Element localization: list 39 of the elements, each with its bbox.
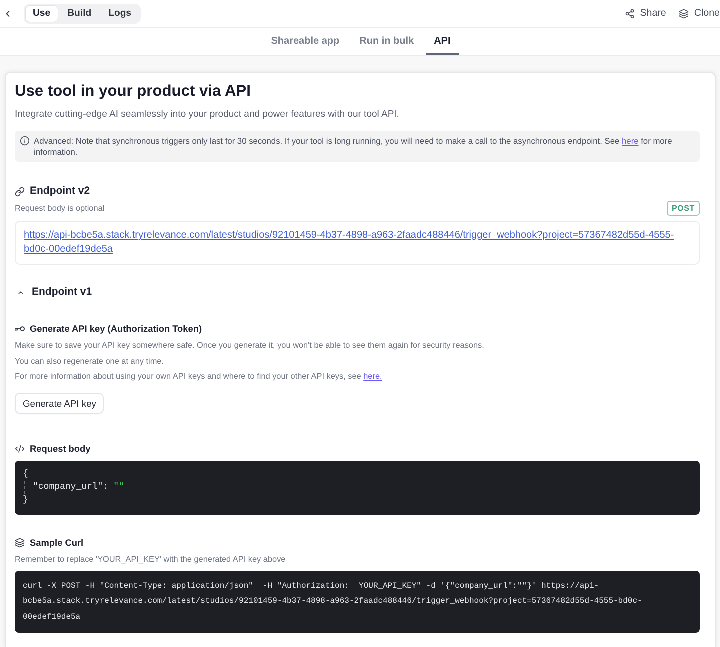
link-icon — [15, 186, 25, 196]
section-heading: Generate API key (Authorization Token) — [30, 323, 202, 336]
info-icon — [20, 136, 30, 146]
json-value: "" — [114, 481, 124, 494]
here-link[interactable]: here — [622, 136, 639, 146]
code-icon — [15, 444, 25, 454]
clone-button[interactable]: Clone — [679, 8, 720, 19]
code-brace: { — [23, 468, 28, 481]
section-heading: Endpoint v2 — [30, 184, 90, 199]
section-note: Remember to replace 'YOUR_API_KEY' with the generated API key above — [15, 554, 287, 566]
mode-tab[interactable]: Build — [60, 6, 99, 22]
view-tab[interactable]: Shareable app — [262, 28, 348, 55]
share-icon — [625, 8, 636, 18]
share-button[interactable]: Share — [625, 8, 666, 19]
section-heading: Sample Curl — [30, 536, 84, 550]
key-icon — [15, 326, 25, 332]
section-toggle[interactable]: Endpoint v1 — [15, 285, 92, 300]
method-badge: POST — [667, 201, 700, 216]
section-note: Request body is optional — [15, 202, 105, 214]
view-tab[interactable]: API — [426, 28, 460, 55]
view-tab[interactable]: Run in bulk — [351, 28, 423, 55]
layers-icon — [679, 8, 690, 18]
json-key: "company_url": — [33, 481, 109, 494]
page-subtitle: Integrate cutting-edge AI seamlessly into your product and power features with our tool API. — [15, 108, 400, 122]
help-text: For more information about using your own API keys and where to find your other API keys, see here. — [15, 371, 384, 383]
page-title: Use tool in your product via API — [15, 82, 252, 102]
here-link[interactable]: here. — [364, 372, 382, 381]
curl-command: curl -X POST -H "Content-Type: application/json" -H "Authorization: YOUR_API_KEY" -d '{"company_url":""}' https://api-bcbe5a.stack.tryrelevance.com/latest/studios/92101459-4b37-4898-a963-2faadc488446/trigger_webhook?project=57367482d55d-4555-bd0c-00edef19de5a — [23, 580, 644, 624]
endpoint-url-link[interactable]: https://api-bcbe5a.stack.tryrelevance.com/latest/studios/92101459-4b37-4898-a963-2faadc488446/trigger_webhook?project=57367482d55d-4555-bd0c-00edef19de5a — [24, 229, 691, 257]
section-heading: Request body — [30, 442, 91, 456]
mode-tab[interactable]: Use — [26, 6, 58, 22]
layers-icon — [15, 538, 25, 548]
code-brace: } — [23, 494, 28, 507]
notice-text: Advanced: Note that synchronous triggers only last for 30 seconds. If your tool is long running, you will need to make a call to the asynchronous endpoint. See here for more information. — [34, 136, 674, 157]
help-text: You can also regenerate one at any time. — [15, 356, 165, 368]
indent-guide — [24, 481, 25, 494]
mode-tab[interactable]: Logs — [102, 6, 139, 22]
help-text: Make sure to save your API key somewhere safe. Once you generate it, you won't be able to see them again for security reasons. — [15, 340, 486, 352]
generate-key-button[interactable]: Generate API key — [15, 392, 104, 414]
